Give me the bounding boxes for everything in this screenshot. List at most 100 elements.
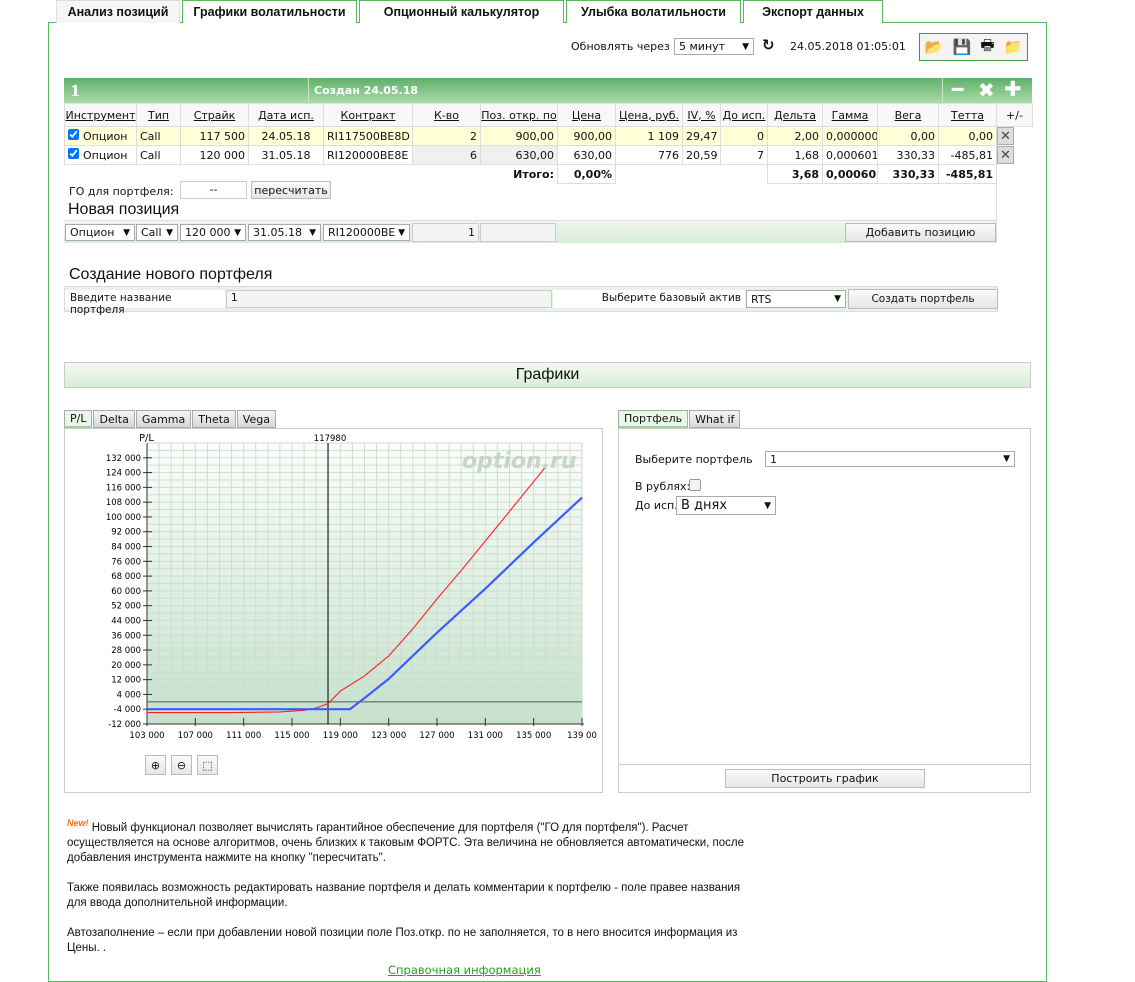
tab-volatility-smile[interactable]: Улыбка волатильности [566,0,741,23]
base-asset-label: Выберите базовый актив [553,290,745,308]
date-select[interactable]: 31.05.18 ▼ [248,224,321,241]
refresh-interval-value: 5 минут [679,40,726,53]
qty-input[interactable]: 6 [412,145,481,165]
col-gamma[interactable]: Гамма [822,103,878,127]
row-checkbox[interactable] [68,129,79,140]
zoom-reset-icon[interactable]: ⬚ [197,755,218,775]
instrument: Опцион [83,149,128,162]
y-tick-label: 60 000 [111,587,141,597]
open-price-input[interactable] [480,223,556,242]
remove-row-button[interactable]: ✕ [997,127,1014,146]
remove-cell: ✕ [997,146,1033,165]
col-open[interactable]: Поз. откр. по [480,103,558,127]
expiration-select[interactable]: В днях ▼ [676,496,776,515]
instrument-select[interactable]: Опцион ▼ [65,224,135,241]
chart-tab-delta[interactable]: Delta [93,410,135,428]
charts-section-header: Графики [64,362,1031,388]
price-rub: 776 [615,145,683,165]
portfolio-select-value: 1 [770,452,777,466]
create-portfolio-button[interactable]: Создать портфель [848,289,998,309]
side-tab-portfolio[interactable]: Портфель [618,410,689,428]
zoom-out-icon[interactable]: ⊖ [171,755,192,775]
qty-input[interactable]: 2 [412,126,481,146]
type-value: Call [141,226,162,239]
base-asset-select[interactable]: RTS ▼ [746,290,846,308]
refresh-interval-select[interactable]: 5 минут ▼ [674,38,754,55]
chevron-down-icon: ▼ [1003,454,1010,464]
strike: 117 500 [180,126,249,146]
folder-icon[interactable]: 📁 [1004,38,1023,56]
col-instrument[interactable]: Инструмент [64,103,137,127]
col-contract[interactable]: Контракт [323,103,413,127]
watermark: option.ru [462,449,577,474]
recalculate-button[interactable]: пересчитать [251,181,331,199]
open-folder-icon[interactable]: 📂 [925,38,944,56]
refresh-icon[interactable]: ↻ [762,36,775,54]
chart-tab-theta[interactable]: Theta [192,410,236,428]
tab-position-analysis[interactable]: Анализ позиций [56,0,180,23]
col-theta[interactable]: Тетта [938,103,997,127]
minimize-icon[interactable]: ━ [952,79,963,101]
rubles-checkbox[interactable] [689,479,701,491]
side-tab-whatif[interactable]: What if [689,410,741,428]
y-tick-label: 76 000 [111,557,141,567]
type: Call [136,126,181,146]
col-qty[interactable]: К-во [412,103,481,127]
y-tick-label: 116 000 [106,483,141,493]
total-vega: 330,33 [877,164,939,184]
col-price-rub[interactable]: Цена, руб. [615,103,683,127]
col-type[interactable]: Тип [136,103,181,127]
col-delta[interactable]: Дельта [767,103,823,127]
theta: -485,81 [938,145,997,165]
tab-data-export[interactable]: Экспорт данных [743,0,883,23]
col-price[interactable]: Цена [557,103,616,127]
portfolio-select[interactable]: 1 ▼ [765,451,1015,467]
row-checkbox[interactable] [68,148,79,159]
base-asset-value: RTS [751,292,772,306]
add-icon[interactable]: ✚ [1004,77,1022,101]
col-iv[interactable]: IV, % [682,103,721,127]
pl-chart[interactable]: 132 000 124 000 116 000 108 000 100 000 92 00… [65,429,602,792]
chart-panel: 132 000 124 000 116 000 108 000 100 000 92 00… [64,428,603,793]
col-vega[interactable]: Вега [877,103,939,127]
add-position-button[interactable]: Добавить позицию [845,223,996,242]
delta: 2,00 [767,126,823,146]
chart-tab-vega[interactable]: Vega [236,410,276,428]
date: 24.05.18 [248,126,324,146]
vega: 330,33 [877,145,939,165]
close-icon[interactable]: ✖ [978,78,995,102]
chart-tab-gamma[interactable]: Gamma [135,410,192,428]
x-tick-label: 123 000 [371,731,406,741]
chart-tab-pl[interactable]: P/L [64,410,93,428]
tab-volatility-charts[interactable]: Графики волатильности [182,0,357,23]
col-date[interactable]: Дата исп. [248,103,324,127]
type-select[interactable]: Call ▼ [136,224,178,241]
build-chart-button[interactable]: Построить график [725,769,925,788]
contract-select[interactable]: RI120000BE8E▼ [323,224,410,241]
note-3: Автозаполнение – если при добавлении нов… [67,926,738,954]
portfolio-name[interactable]: 1 [70,82,80,100]
chevron-down-icon: ▼ [234,227,241,238]
reference-link[interactable]: Справочная информация [388,963,541,977]
go-value-input[interactable]: -- [180,181,247,199]
strike-value: 120 000 [185,226,231,239]
zoom-in-icon[interactable]: ⊕ [145,755,166,775]
col-strike[interactable]: Страйк [180,103,249,127]
tab-option-calculator[interactable]: Опционный калькулятор [359,0,564,23]
open-price-input[interactable]: 630,00 [480,145,558,165]
total-pct: 0,00% [557,164,616,184]
strike-select[interactable]: 120 000 ▼ [180,224,246,241]
open-price-input[interactable]: 900,00 [480,126,558,146]
qty-input[interactable]: 1 [412,223,479,242]
y-tick-label: 124 000 [106,469,141,479]
remove-row-button[interactable]: ✕ [997,146,1014,164]
type: Call [136,145,181,165]
col-days[interactable]: До исп. [720,103,768,127]
x-tick-label: 115 000 [274,731,309,741]
print-icon[interactable]: 🖶 [980,35,994,60]
col-plusminus: +/- [996,103,1033,127]
portfolio-name-input[interactable]: 1 [226,290,552,308]
save-icon[interactable]: 💾 [952,38,971,56]
side-tabs: Портфель What if [618,410,741,428]
x-tick-label: 131 000 [468,731,503,741]
